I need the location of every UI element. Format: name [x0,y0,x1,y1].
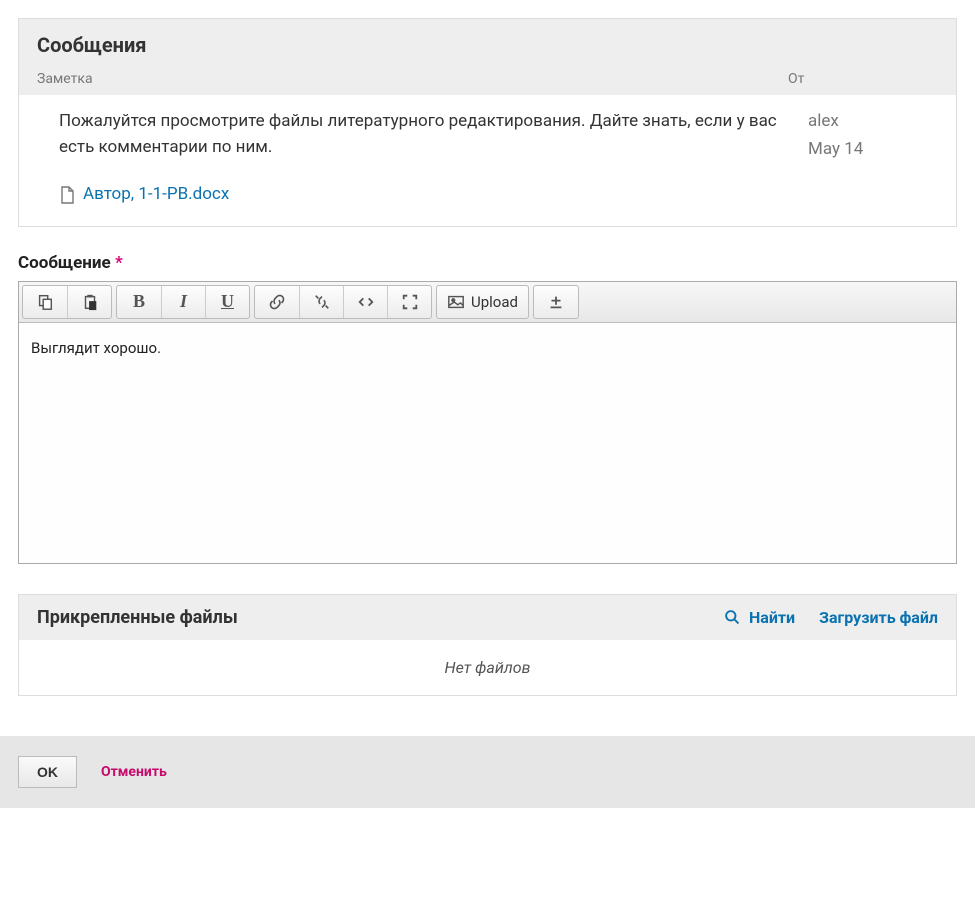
fullscreen-button[interactable] [387,286,431,318]
message-date: May 14 [808,137,938,163]
paste-button[interactable] [67,286,111,318]
attachments-panel: Прикрепленные файлы Найти Загрузить файл… [18,594,957,696]
document-icon [59,186,75,204]
editor-label: Сообщение * [18,253,957,273]
toolbar-group-format: B I U [116,285,250,319]
messages-title: Сообщения [37,33,938,57]
code-icon [357,293,375,311]
toolbar-group-clipboard [22,285,112,319]
image-icon [447,293,465,311]
fullscreen-icon [401,293,419,311]
italic-button[interactable]: I [161,286,205,318]
footer-bar: OK Отменить [0,736,975,808]
message-text: Пожалуйтся просмотрите файлы литературно… [59,109,788,160]
editor-toolbar: B I U Uplo [19,282,956,323]
message-attachment-name: Автор, 1-1-PB.docx [83,182,229,208]
attachments-actions: Найти Загрузить файл [724,608,938,627]
toolbar-group-insert [533,285,579,319]
editor-content[interactable]: Выглядит хорошо. [19,323,956,563]
link-icon [268,293,286,311]
bold-button[interactable]: B [117,286,161,318]
underline-icon: U [221,291,234,312]
upload-image-button[interactable]: Upload [437,286,528,318]
column-note-header: Заметка [37,71,788,87]
find-file-label: Найти [749,608,795,627]
message-meta: alex May 14 [808,109,938,208]
search-icon [724,609,741,626]
copy-button[interactable] [23,286,67,318]
message-row: Пожалуйтся просмотрите файлы литературно… [19,95,956,226]
editor-label-text: Сообщение [18,253,111,273]
upload-image-label: Upload [471,293,518,311]
required-indicator: * [115,253,123,273]
ok-button[interactable]: OK [18,756,77,788]
messages-panel: Сообщения Заметка От Пожалуйтся просмотр… [18,18,957,227]
underline-button[interactable]: U [205,286,249,318]
attachments-title: Прикрепленные файлы [37,607,724,628]
paste-icon [81,293,99,311]
toolbar-group-links [254,285,432,319]
insert-button[interactable] [534,286,578,318]
messages-header: Сообщения Заметка От [19,19,956,95]
rich-text-editor: B I U Uplo [18,281,957,564]
message-author: alex [808,109,938,135]
link-button[interactable] [255,286,299,318]
editor-section: Сообщение * B I U [18,253,957,564]
cancel-button[interactable]: Отменить [101,764,167,780]
upload-file-label: Загрузить файл [819,608,938,627]
attachments-empty: Нет файлов [19,640,956,695]
column-from-header: От [788,71,938,87]
attachments-header: Прикрепленные файлы Найти Загрузить файл [19,595,956,640]
code-button[interactable] [343,286,387,318]
messages-columns: Заметка От [37,71,938,87]
unlink-button[interactable] [299,286,343,318]
upload-file-button[interactable]: Загрузить файл [819,608,938,627]
message-attachment-link[interactable]: Автор, 1-1-PB.docx [59,182,788,208]
italic-icon: I [180,291,187,312]
message-content: Пожалуйтся просмотрите файлы литературно… [59,109,808,208]
toolbar-group-upload: Upload [436,285,529,319]
copy-icon [36,293,54,311]
bold-icon: B [133,291,145,312]
find-file-button[interactable]: Найти [724,608,795,627]
insert-icon [547,293,565,311]
unlink-icon [313,293,331,311]
